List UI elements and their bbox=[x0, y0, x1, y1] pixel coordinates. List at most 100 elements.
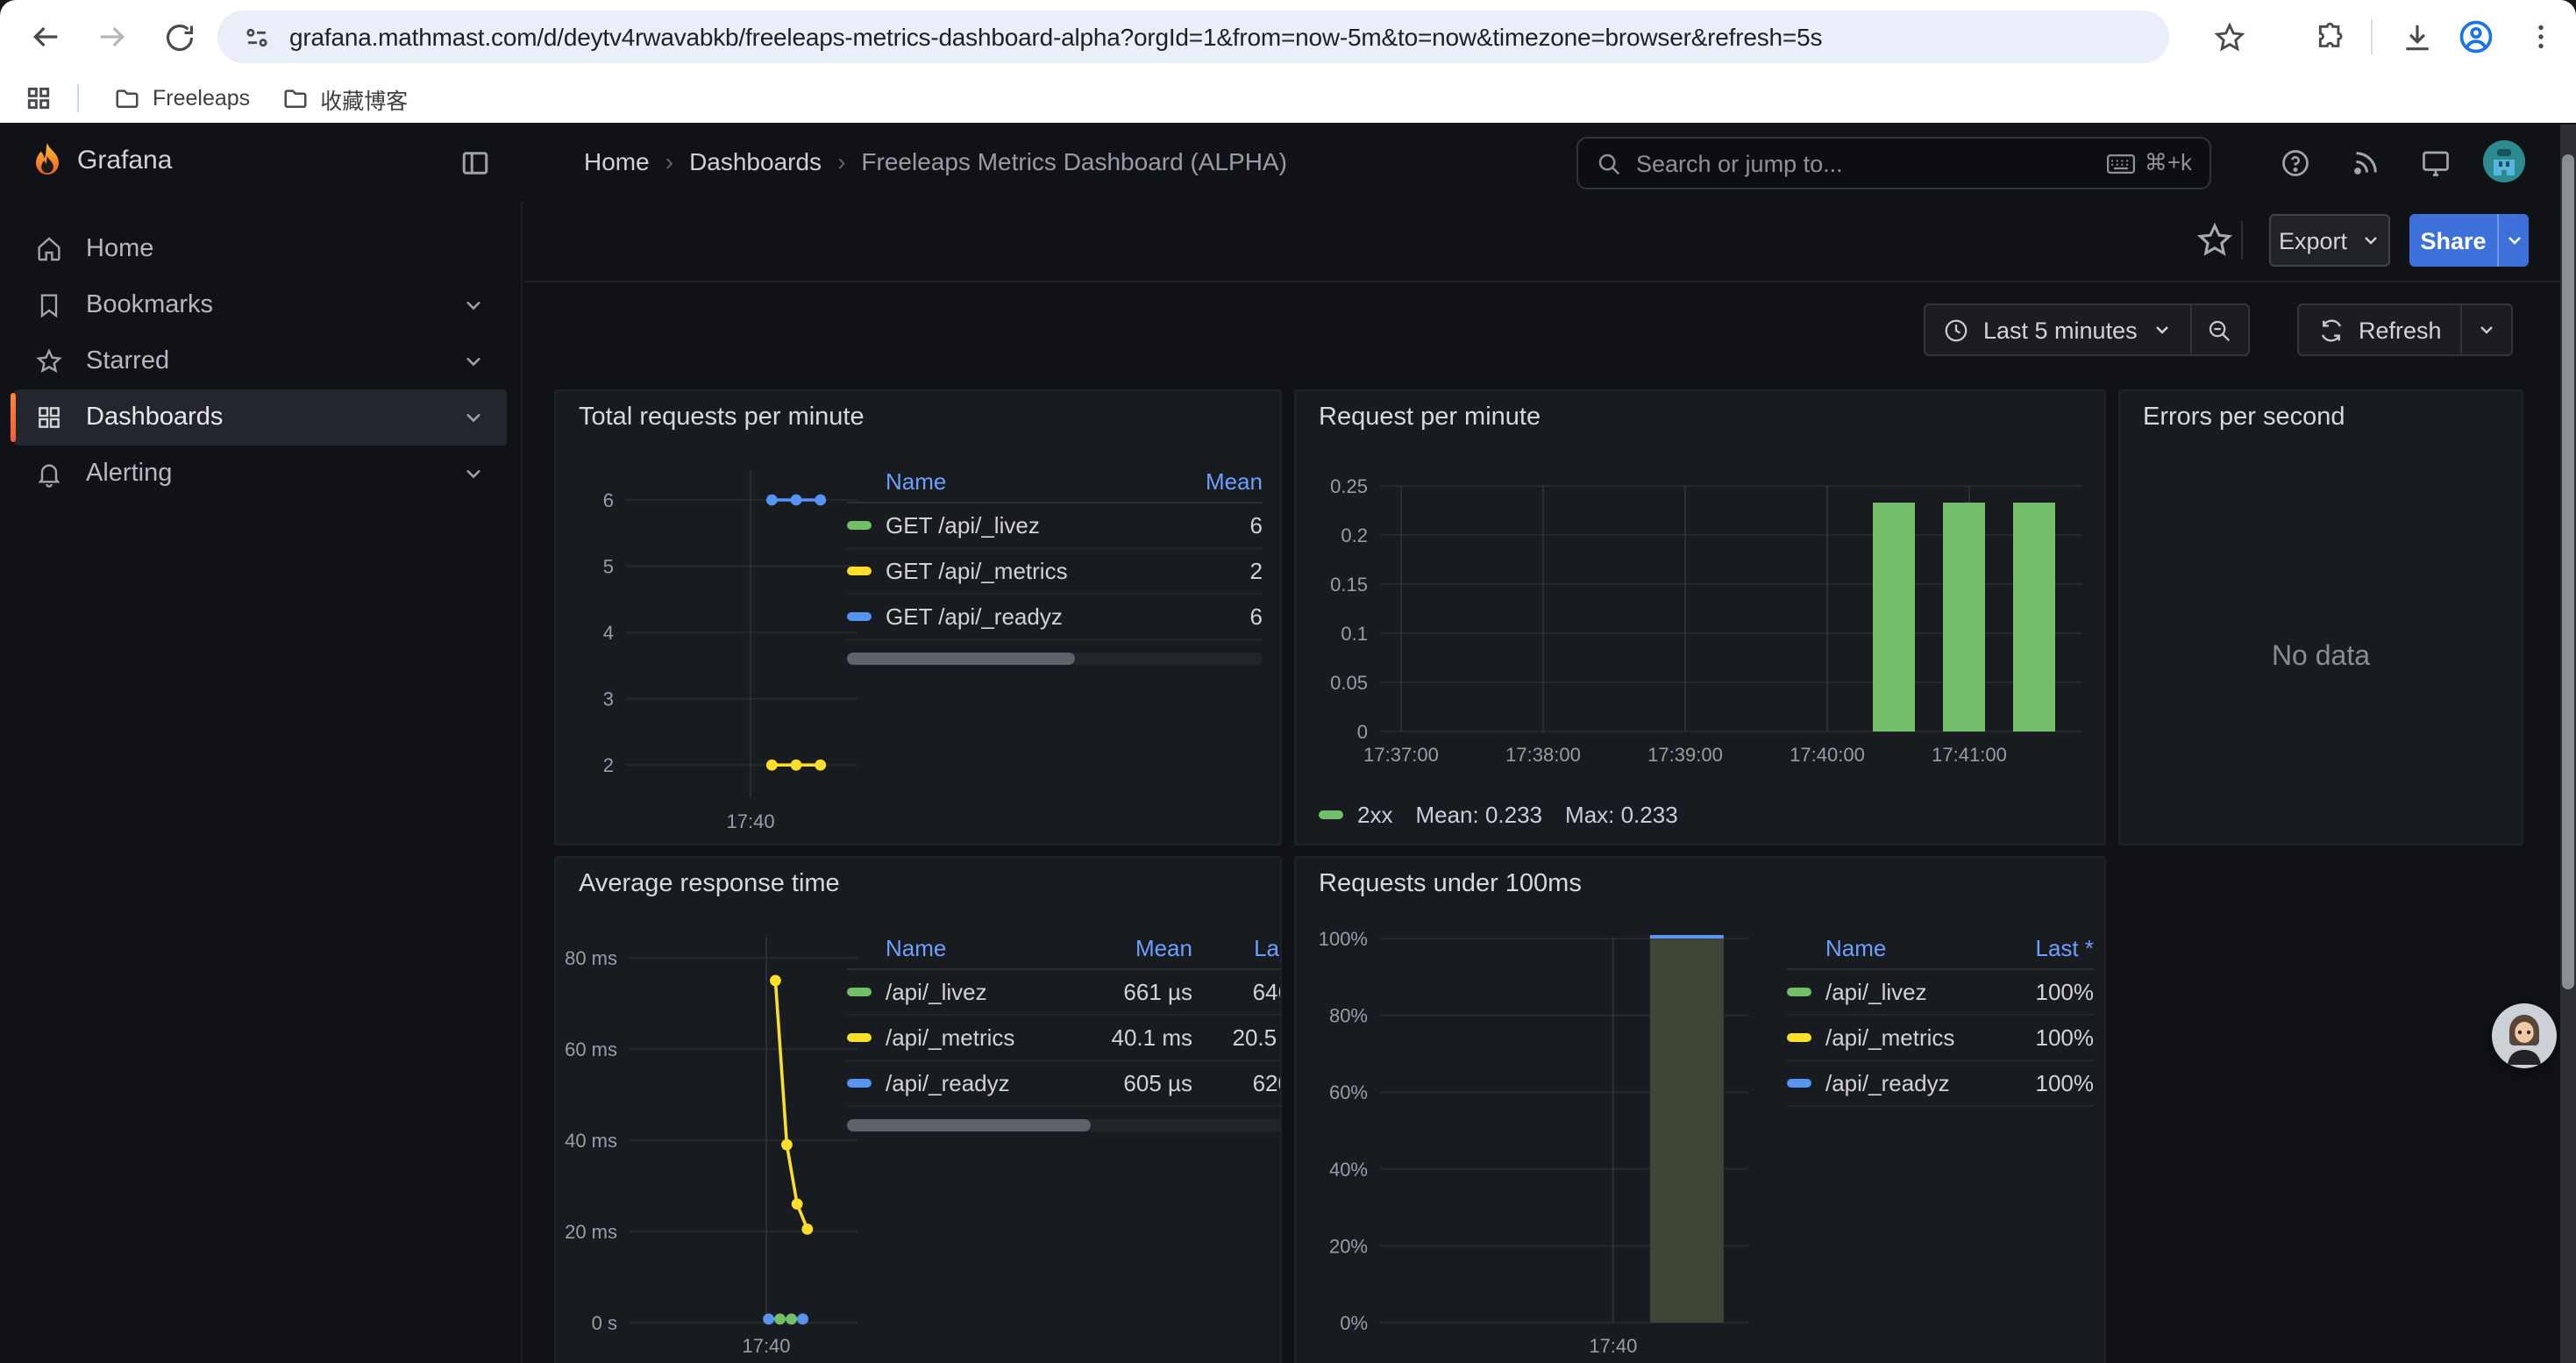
series-name[interactable]: GET /api/_readyz bbox=[886, 603, 1192, 630]
chevron-down-icon[interactable] bbox=[461, 293, 486, 318]
browser-menu-button[interactable] bbox=[2520, 16, 2562, 58]
breadcrumb-dashboards[interactable]: Dashboards bbox=[689, 147, 822, 175]
sidebar-item-label: Bookmarks bbox=[86, 291, 213, 319]
series-name[interactable]: GET /api/_livez bbox=[886, 512, 1192, 539]
legend-inline[interactable]: 2xx Mean: 0.233 Max: 0.233 bbox=[1319, 802, 1678, 828]
chevron-down-icon[interactable] bbox=[461, 405, 486, 430]
series-name[interactable]: /api/_metrics bbox=[1825, 1024, 1996, 1051]
back-button[interactable] bbox=[25, 16, 67, 58]
series-name[interactable]: GET /api/_metrics bbox=[886, 558, 1192, 584]
refresh-interval-button[interactable] bbox=[2461, 305, 2512, 354]
series-name[interactable]: /api/_livez bbox=[886, 979, 1084, 1005]
site-settings-icon[interactable] bbox=[242, 22, 272, 52]
legend-column-header[interactable]: Las bbox=[1192, 935, 1282, 961]
breadcrumb-home[interactable]: Home bbox=[584, 147, 650, 175]
brand-title: Grafana bbox=[77, 146, 172, 175]
legend-row[interactable]: /api/_readyz605 µs620 bbox=[847, 1061, 1282, 1107]
series-value: 40.1 ms bbox=[1084, 1024, 1192, 1051]
series-name[interactable]: /api/_livez bbox=[1825, 979, 1996, 1005]
news-button[interactable] bbox=[2350, 147, 2385, 182]
kiosk-mode-button[interactable] bbox=[2420, 147, 2455, 182]
forward-button[interactable] bbox=[91, 16, 133, 58]
url-bar[interactable]: grafana.mathmast.com/d/deytv4rwavabkb/fr… bbox=[217, 11, 2169, 63]
share-button[interactable]: Share bbox=[2409, 214, 2497, 267]
folder-icon bbox=[281, 85, 308, 111]
panel-title[interactable]: Average response time bbox=[579, 870, 840, 898]
profile-button[interactable] bbox=[2455, 16, 2497, 58]
series-name[interactable]: /api/_readyz bbox=[1825, 1070, 1996, 1096]
legend-scrollbar[interactable] bbox=[847, 653, 1263, 665]
legend-table[interactable]: NameMeanLas/api/_livez661 µs646/api/_met… bbox=[847, 928, 1282, 1131]
legend-row[interactable]: /api/_livez661 µs646 bbox=[847, 970, 1282, 1016]
legend-row[interactable]: GET /api/_metrics2 bbox=[847, 549, 1263, 595]
sidebar-item-home[interactable]: Home bbox=[14, 221, 507, 277]
series-color-dash bbox=[847, 612, 872, 621]
legend-row[interactable]: /api/_metrics100% bbox=[1787, 1016, 2094, 1061]
grafana-logo[interactable] bbox=[26, 140, 68, 182]
series-color-dash bbox=[847, 988, 872, 996]
bookmark-star-button[interactable] bbox=[2208, 16, 2250, 58]
search-input[interactable]: Search or jump to... ⌘+k bbox=[1576, 137, 2211, 189]
breadcrumb-separator: › bbox=[665, 147, 673, 175]
zoom-out-button[interactable] bbox=[2190, 305, 2248, 354]
time-range-button[interactable]: Last 5 minutes bbox=[1925, 305, 2190, 354]
legend-row[interactable]: GET /api/_readyz6 bbox=[847, 595, 1263, 640]
bell-icon bbox=[35, 460, 63, 488]
export-button[interactable]: Export bbox=[2269, 214, 2390, 267]
panel-title[interactable]: Errors per second bbox=[2143, 403, 2345, 432]
legend-row[interactable]: /api/_metrics40.1 ms20.5 r bbox=[847, 1016, 1282, 1061]
legend-row[interactable]: /api/_livez100% bbox=[1787, 970, 2094, 1016]
url-text[interactable]: grafana.mathmast.com/d/deytv4rwavabkb/fr… bbox=[289, 23, 1822, 51]
refresh-button[interactable]: Refresh bbox=[2299, 305, 2461, 354]
assistant-avatar-button[interactable] bbox=[2492, 1003, 2557, 1068]
panel-title[interactable]: Total requests per minute bbox=[579, 403, 865, 432]
series-name[interactable]: /api/_readyz bbox=[886, 1070, 1084, 1096]
favorite-dashboard-button[interactable] bbox=[2195, 221, 2234, 260]
downloads-button[interactable] bbox=[2395, 16, 2437, 58]
bookmark-folder-freeleaps[interactable]: Freeleaps bbox=[100, 80, 264, 117]
svg-text:60%: 60% bbox=[1329, 1081, 1368, 1103]
legend-row[interactable]: GET /api/_livez6 bbox=[847, 503, 1263, 549]
sidebar-item-starred[interactable]: Starred bbox=[14, 333, 507, 389]
legend-column-header[interactable]: Name bbox=[847, 935, 1084, 961]
bookmark-folder-blogs[interactable]: 收藏博客 bbox=[267, 76, 422, 120]
legend-scrollbar[interactable] bbox=[847, 1119, 1282, 1131]
legend-row[interactable]: /api/_readyz100% bbox=[1787, 1061, 2094, 1107]
page-scrollbar[interactable] bbox=[2560, 125, 2576, 1363]
dashboards-grid-icon bbox=[35, 403, 63, 432]
legend-column-header[interactable]: Name bbox=[847, 468, 1192, 495]
bookmark-folder-label: Freeleaps bbox=[153, 86, 250, 111]
sidebar-item-alerting[interactable]: Alerting bbox=[14, 446, 507, 502]
bar-chart[interactable]: 00.050.10.150.20.2517:37:0017:38:0017:39… bbox=[1296, 391, 2104, 844]
panel-title[interactable]: Request per minute bbox=[1319, 403, 1541, 432]
series-name[interactable]: /api/_metrics bbox=[886, 1024, 1084, 1051]
series-name[interactable]: 2xx bbox=[1357, 802, 1392, 828]
panel-title[interactable]: Requests under 100ms bbox=[1319, 870, 1582, 898]
apps-grid-button[interactable] bbox=[21, 81, 56, 116]
chevron-down-icon[interactable] bbox=[461, 349, 486, 374]
series-value: 100% bbox=[1996, 1024, 2094, 1051]
sidebar-item-dashboards[interactable]: Dashboards bbox=[14, 389, 507, 446]
sidebar-item-label: Home bbox=[86, 235, 153, 263]
help-button[interactable] bbox=[2280, 147, 2315, 182]
legend-table[interactable]: NameLast */api/_livez100%/api/_metrics10… bbox=[1787, 928, 2094, 1107]
scrollbar-thumb[interactable] bbox=[2562, 154, 2574, 989]
series-color-dash bbox=[847, 521, 872, 530]
share-menu-button[interactable] bbox=[2497, 214, 2529, 267]
sidebar-toggle-button[interactable] bbox=[459, 147, 491, 179]
legend-column-header[interactable]: Last * bbox=[1996, 935, 2094, 961]
panel-total-requests: Total requests per minute 2345617:40 Nam… bbox=[554, 389, 1282, 846]
sidebar-item-bookmarks[interactable]: Bookmarks bbox=[14, 277, 507, 333]
legend-table[interactable]: NameMeanGET /api/_livez6GET /api/_metric… bbox=[847, 461, 1263, 665]
girl-avatar-icon bbox=[2495, 1007, 2553, 1065]
svg-text:60 ms: 60 ms bbox=[565, 1038, 617, 1060]
sidebar-item-label: Alerting bbox=[86, 460, 172, 488]
legend-column-header[interactable]: Mean bbox=[1192, 468, 1263, 495]
extensions-button[interactable] bbox=[2309, 16, 2352, 58]
legend-column-header[interactable]: Name bbox=[1787, 935, 1996, 961]
reload-button[interactable] bbox=[158, 16, 200, 58]
legend-column-header[interactable]: Mean bbox=[1084, 935, 1192, 961]
chevron-down-icon[interactable] bbox=[461, 461, 486, 486]
svg-text:20 ms: 20 ms bbox=[565, 1221, 617, 1243]
user-avatar-button[interactable] bbox=[2483, 140, 2525, 182]
